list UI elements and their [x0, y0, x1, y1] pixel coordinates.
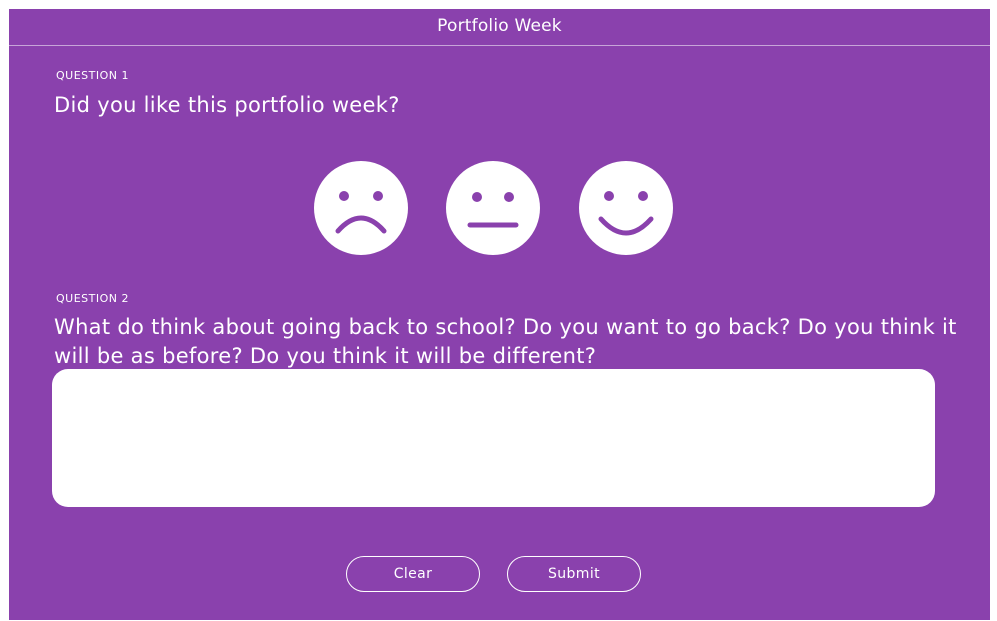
rating-options: [9, 161, 990, 257]
neutral-face-button[interactable]: [446, 161, 540, 255]
question-1-text: Did you like this portfolio week?: [54, 93, 400, 117]
submit-button[interactable]: Submit: [507, 556, 641, 592]
question-1-label: QUESTION 1: [56, 69, 129, 82]
answer-textarea[interactable]: [52, 369, 935, 507]
sad-face-button[interactable]: [314, 161, 408, 255]
title-bar: Portfolio Week: [9, 9, 990, 46]
happy-face-button[interactable]: [579, 161, 673, 255]
sad-face-icon: [314, 161, 408, 255]
happy-face-icon: [579, 161, 673, 255]
page-title: Portfolio Week: [437, 16, 562, 36]
neutral-face-icon: [446, 161, 540, 255]
survey-panel: Portfolio Week QUESTION 1 Did you like t…: [9, 9, 990, 620]
question-2-text: What do think about going back to school…: [54, 315, 957, 368]
clear-button[interactable]: Clear: [346, 556, 480, 592]
question-2-label: QUESTION 2: [56, 292, 129, 305]
